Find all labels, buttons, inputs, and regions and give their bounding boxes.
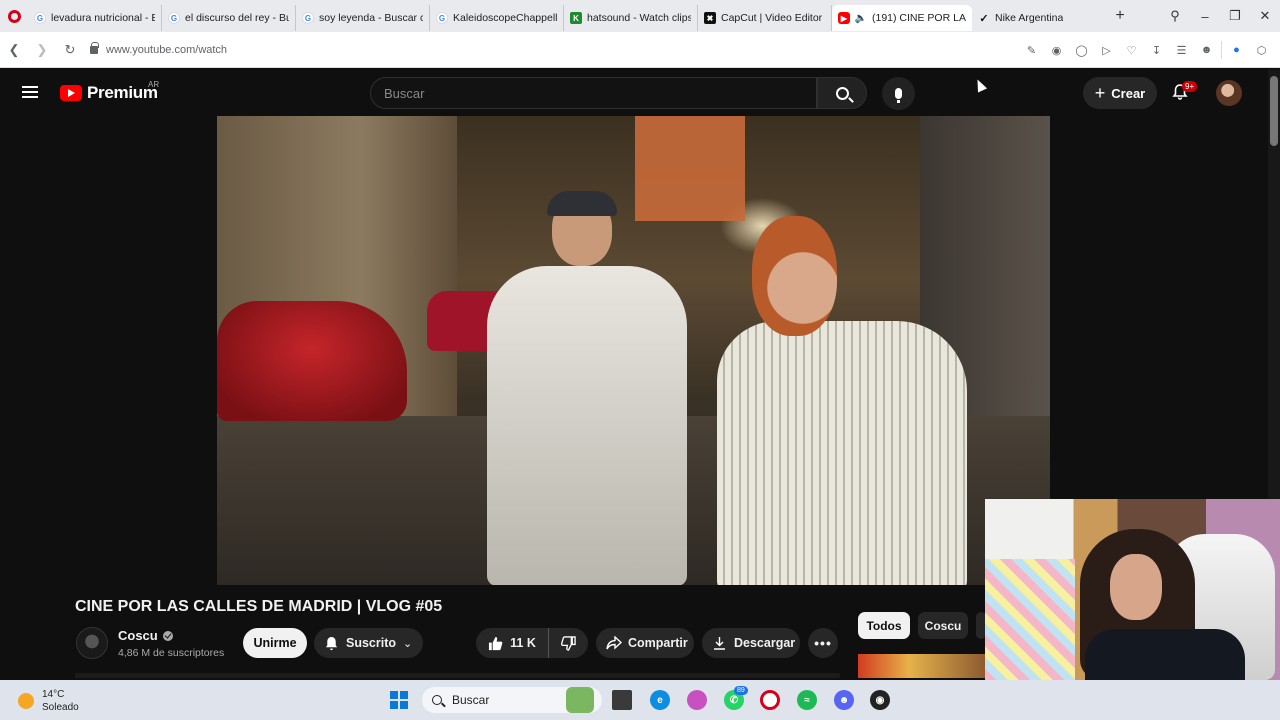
restore-icon[interactable]: ❐: [1220, 8, 1250, 24]
join-button[interactable]: Unirme: [243, 628, 307, 658]
weather-widget[interactable]: 14°C Soleado: [18, 688, 79, 714]
opera-logo-icon[interactable]: [0, 0, 28, 32]
sun-icon: [18, 693, 34, 709]
download-icon: [714, 637, 725, 650]
hamburger-menu-icon[interactable]: [22, 86, 38, 98]
video-red-car: [217, 301, 407, 421]
thumbs-up-icon: [489, 636, 503, 650]
youtube-header: Premium AR Buscar + Crear 9+: [0, 70, 1268, 116]
tab-nike[interactable]: ✓ Nike Argentina: [972, 5, 1106, 31]
address-bar: ❮ ❯ ↻ www.youtube.com/watch ✎ ◉ ◯ ▷ ♡ ↧ …: [0, 32, 1280, 68]
tab-hatsound[interactable]: K hatsound - Watch clips o: [564, 5, 698, 31]
profile-icon[interactable]: ☻: [1196, 44, 1217, 56]
widget-image-icon[interactable]: [566, 687, 594, 713]
youtube-logo[interactable]: Premium: [60, 83, 158, 103]
search-icon: [432, 695, 442, 705]
subscribed-button[interactable]: Suscrito ⌄: [314, 628, 423, 658]
search-input[interactable]: Buscar: [370, 77, 817, 109]
search-button[interactable]: [817, 77, 867, 109]
whatsapp-badge: 89: [734, 686, 748, 695]
chip-coscu[interactable]: Coscu: [918, 612, 968, 639]
chip-todos[interactable]: Todos: [858, 612, 910, 639]
share-button[interactable]: Compartir: [596, 628, 694, 658]
browser-tab-strip: G levadura nutricional - Buscar G el dis…: [0, 0, 1280, 32]
youtube-icon: ▶: [838, 12, 850, 24]
reload-icon[interactable]: ↻: [56, 42, 84, 58]
tab-kaleidoscope[interactable]: G KaleidoscopeChappell Re: [430, 5, 564, 31]
file-explorer-icon[interactable]: [612, 690, 632, 710]
youtube-play-icon: [60, 85, 82, 101]
opera-icon[interactable]: [760, 690, 780, 710]
windows-start-icon[interactable]: [390, 691, 408, 709]
tab-capcut[interactable]: ✖ CapCut | Video Editor | A: [698, 5, 832, 31]
video-player[interactable]: [217, 116, 1050, 585]
menu-icon[interactable]: ☰: [1171, 44, 1192, 57]
tab-youtube-active[interactable]: ▶ 🔈 (191) CINE POR LAS C: [832, 5, 972, 31]
dislike-button[interactable]: [549, 635, 588, 651]
video-person-cap: [467, 191, 697, 585]
video-title: CINE POR LAS CALLES DE MADRID | VLOG #05: [75, 598, 443, 615]
separator: [1221, 41, 1222, 59]
tab-discurso-del-rey[interactable]: G el discurso del rey - Buscar: [162, 5, 296, 31]
plus-icon: +: [1094, 83, 1106, 103]
google-icon: G: [168, 12, 180, 24]
kick-icon: K: [570, 12, 582, 24]
edit-icon[interactable]: ✎: [1021, 44, 1042, 57]
download-button[interactable]: Descargar: [702, 628, 800, 658]
back-icon[interactable]: ❮: [0, 42, 28, 58]
search-icon: [835, 86, 849, 100]
subscriber-count: 4,86 M de suscriptores: [118, 647, 225, 659]
obs-icon[interactable]: ◉: [870, 690, 890, 710]
forward-icon[interactable]: ❯: [28, 42, 56, 58]
windows-taskbar: 14°C Soleado Buscar e ✆ ≈ ☻ ◉: [0, 680, 1280, 720]
google-icon: G: [436, 12, 448, 24]
country-code: AR: [148, 80, 160, 89]
video-person-redhead: [717, 216, 967, 585]
user-avatar[interactable]: [1216, 80, 1242, 106]
copilot-icon[interactable]: [687, 690, 707, 710]
channel-avatar[interactable]: [76, 627, 108, 659]
create-button[interactable]: + Crear: [1083, 77, 1157, 109]
camera-icon[interactable]: ◉: [1046, 44, 1067, 57]
nike-icon: ✓: [979, 12, 989, 25]
minimize-icon[interactable]: –: [1190, 9, 1220, 24]
thumbs-down-icon: [561, 635, 576, 651]
google-icon: G: [302, 12, 314, 24]
tab-search-icon[interactable]: ⚲: [1160, 8, 1190, 24]
extension-icon[interactable]: ●: [1226, 44, 1247, 56]
cube-icon[interactable]: ⬡: [1251, 44, 1272, 57]
tab-levadura[interactable]: G levadura nutricional - Buscar: [28, 5, 162, 31]
spotify-icon[interactable]: ≈: [797, 690, 817, 710]
google-icon: G: [34, 12, 46, 24]
like-dislike-group: 11 K: [476, 628, 588, 658]
new-tab-icon[interactable]: +: [1106, 0, 1134, 32]
heart-icon[interactable]: ♡: [1121, 44, 1142, 57]
download-icon[interactable]: ↧: [1146, 44, 1167, 57]
url-field[interactable]: www.youtube.com/watch: [90, 41, 227, 56]
recommended-video-thumbnail[interactable]: [858, 654, 986, 678]
share-icon: [606, 636, 622, 650]
shield-icon[interactable]: ◯: [1071, 44, 1092, 57]
speaker-icon[interactable]: 🔈: [855, 12, 867, 24]
more-actions-button[interactable]: •••: [808, 628, 838, 658]
edge-icon[interactable]: e: [650, 690, 670, 710]
microphone-icon: [895, 88, 902, 103]
description-box-edge: [75, 673, 840, 678]
scrollbar-thumb[interactable]: [1270, 76, 1278, 146]
channel-name[interactable]: Coscu: [118, 628, 173, 643]
lock-icon[interactable]: [90, 41, 99, 54]
capcut-icon: ✖: [704, 12, 716, 24]
chevron-down-icon: ⌄: [403, 637, 413, 650]
close-icon[interactable]: ✕: [1250, 8, 1280, 24]
notification-badge: 9+: [1182, 81, 1198, 92]
voice-search-button[interactable]: [882, 77, 915, 110]
discord-icon[interactable]: ☻: [834, 690, 854, 710]
webcam-overlay: [985, 499, 1280, 680]
play-icon[interactable]: ▷: [1096, 44, 1117, 57]
tab-soy-leyenda[interactable]: G soy leyenda - Buscar con: [296, 5, 430, 31]
bell-icon: [325, 636, 338, 650]
verified-check-icon: [162, 630, 173, 641]
like-button[interactable]: 11 K: [476, 628, 549, 658]
